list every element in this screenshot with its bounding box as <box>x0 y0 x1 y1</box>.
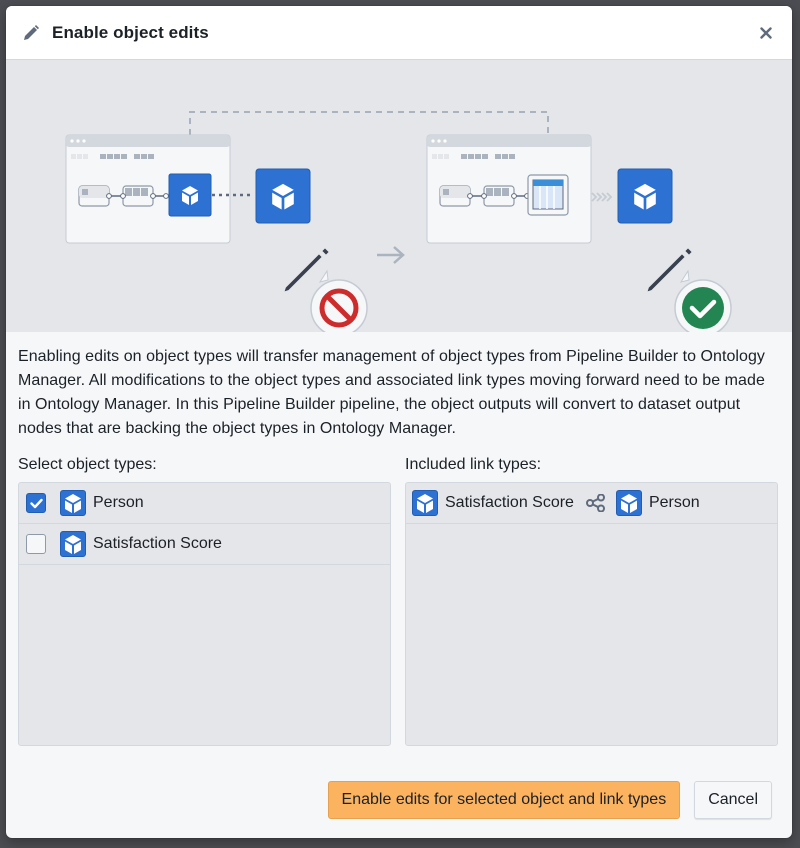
link-source-name: Satisfaction Score <box>445 494 574 511</box>
edit-transfer-illustration <box>6 60 792 332</box>
chevrons-icon <box>591 192 613 202</box>
cube-icon <box>615 490 642 516</box>
object-type-name: Person <box>93 494 144 511</box>
link-types-panel: Included link types: Satisfaction Score <box>405 454 778 746</box>
object-type-row[interactable]: Satisfaction Score <box>19 524 390 565</box>
object-type-blocked <box>255 168 368 332</box>
object-type-row[interactable]: Person <box>19 483 390 524</box>
object-type-name: Satisfaction Score <box>93 535 222 552</box>
cancel-button[interactable]: Cancel <box>694 781 772 819</box>
description-text: Enabling edits on object types will tran… <box>18 348 765 437</box>
object-type-checkbox[interactable] <box>26 493 46 513</box>
link-types-label: Included link types: <box>405 456 542 473</box>
object-type-checkbox[interactable] <box>26 534 46 554</box>
dialog-title: Enable object edits <box>52 22 209 42</box>
link-graph-icon <box>585 494 606 512</box>
cube-icon <box>412 490 438 516</box>
cube-icon <box>60 490 86 516</box>
checkmark-icon <box>29 498 43 508</box>
dialog-footer: Enable edits for selected object and lin… <box>327 781 772 819</box>
close-icon[interactable] <box>754 21 778 45</box>
object-node-before <box>168 173 212 217</box>
link-types-list: Satisfaction Score Person <box>405 482 778 746</box>
cube-icon <box>60 531 86 557</box>
link-type-row: Satisfaction Score Person <box>406 483 777 524</box>
arrow-right-icon <box>377 246 405 264</box>
dataset-node <box>527 174 569 216</box>
pencil-icon <box>22 23 42 43</box>
object-types-list: Person Satisfaction Score <box>18 482 391 746</box>
link-target-name: Person <box>648 494 700 511</box>
enable-edits-button[interactable]: Enable edits for selected object and lin… <box>327 781 681 819</box>
check-circle-icon <box>682 287 724 329</box>
object-types-label: Select object types: <box>18 456 157 473</box>
object-types-panel: Select object types: Person Satisfaction… <box>18 454 391 746</box>
dialog-header: Enable object edits <box>6 6 792 60</box>
enable-object-edits-dialog: Enable object edits Enabling edits on ob… <box>6 6 792 838</box>
object-type-allowed <box>617 168 732 332</box>
